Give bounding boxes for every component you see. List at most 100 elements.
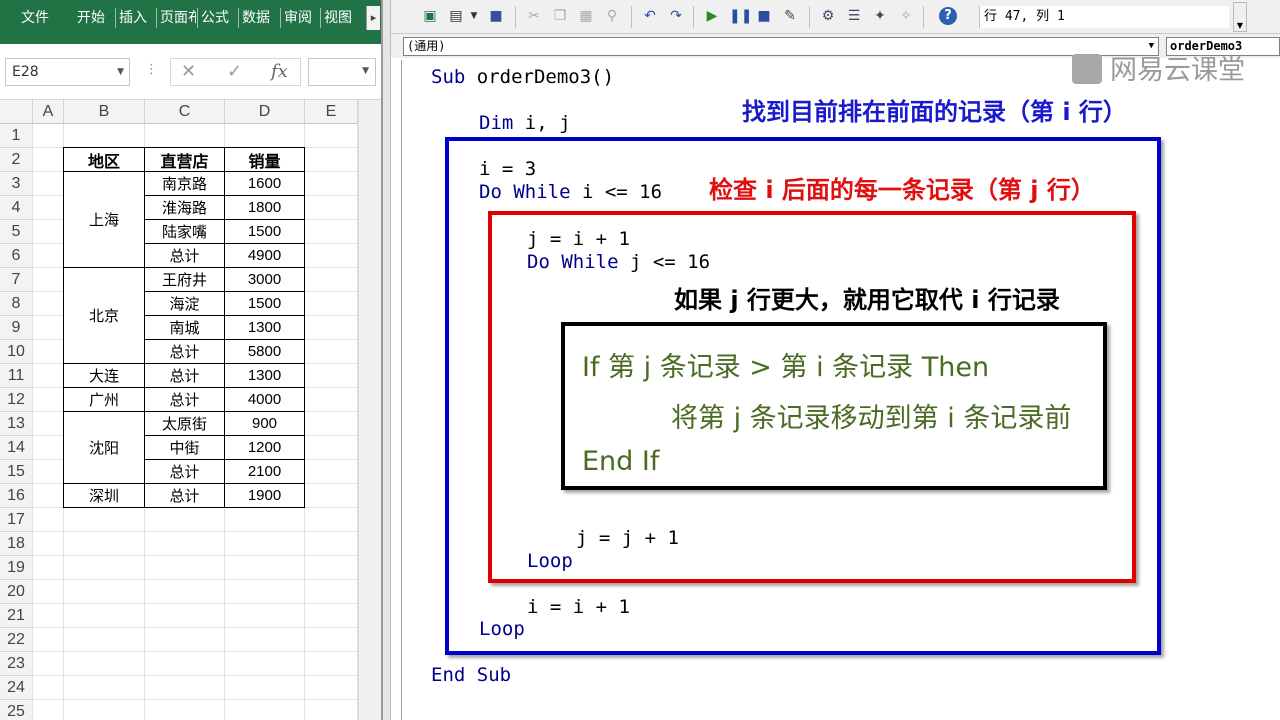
row-header-14[interactable]: 14: [0, 436, 33, 460]
region-cell[interactable]: 沈阳: [64, 412, 145, 484]
store-cell[interactable]: 总计: [145, 484, 225, 508]
column-header-c[interactable]: C: [145, 100, 225, 124]
row-header-11[interactable]: 11: [0, 364, 33, 388]
tab-data[interactable]: 数据: [238, 8, 270, 28]
row-header-25[interactable]: 25: [0, 700, 33, 720]
ribbon-scroll-arrow[interactable]: ▸: [366, 6, 380, 30]
sales-cell[interactable]: 4000: [225, 388, 305, 412]
region-cell[interactable]: 大连: [64, 364, 145, 388]
enter-icon[interactable]: ✓: [227, 61, 242, 82]
row-header-9[interactable]: 9: [0, 316, 33, 340]
tab-page-layout[interactable]: 页面布: [156, 8, 196, 28]
row-header-12[interactable]: 12: [0, 388, 33, 412]
store-cell[interactable]: 南京路: [145, 172, 225, 196]
row-header-1[interactable]: 1: [0, 124, 33, 148]
store-cell[interactable]: 淮海路: [145, 196, 225, 220]
store-cell[interactable]: 海淀: [145, 292, 225, 316]
store-cell[interactable]: 太原街: [145, 412, 225, 436]
sales-cell[interactable]: 900: [225, 412, 305, 436]
row-header-17[interactable]: 17: [0, 508, 33, 532]
sales-cell[interactable]: 1300: [225, 316, 305, 340]
row-header-20[interactable]: 20: [0, 580, 33, 604]
sales-cell[interactable]: 1200: [225, 436, 305, 460]
store-cell[interactable]: 总计: [145, 364, 225, 388]
region-cell[interactable]: 北京: [64, 268, 145, 364]
store-cell[interactable]: 陆家嘴: [145, 220, 225, 244]
undo-icon[interactable]: ↶: [641, 7, 659, 25]
properties-icon[interactable]: ☰: [845, 7, 863, 25]
sales-cell[interactable]: 2100: [225, 460, 305, 484]
sales-cell[interactable]: 5800: [225, 340, 305, 364]
row-header-22[interactable]: 22: [0, 628, 33, 652]
find-icon[interactable]: ⚲: [603, 7, 621, 25]
run-icon[interactable]: ▶: [703, 7, 721, 25]
sales-cell[interactable]: 1300: [225, 364, 305, 388]
row-header-3[interactable]: 3: [0, 172, 33, 196]
redo-icon[interactable]: ↷: [667, 7, 685, 25]
tab-formulas[interactable]: 公式: [197, 8, 229, 28]
column-header-a[interactable]: A: [33, 100, 64, 124]
row-header-18[interactable]: 18: [0, 532, 33, 556]
insert-module-icon[interactable]: ▤: [447, 7, 465, 25]
sales-cell[interactable]: 4900: [225, 244, 305, 268]
row-header-8[interactable]: 8: [0, 292, 33, 316]
select-all-corner[interactable]: [0, 100, 33, 124]
name-box[interactable]: E28 ▼: [5, 58, 130, 86]
design-mode-icon[interactable]: ✎: [781, 7, 799, 25]
tab-review[interactable]: 审阅: [280, 8, 312, 28]
row-header-7[interactable]: 7: [0, 268, 33, 292]
store-cell[interactable]: 总计: [145, 460, 225, 484]
row-header-16[interactable]: 16: [0, 484, 33, 508]
sheet-scrollbar[interactable]: [358, 100, 381, 720]
chevron-down-icon[interactable]: ▼: [465, 7, 483, 25]
window-splitter[interactable]: [381, 0, 391, 720]
toolbox-icon[interactable]: ✧: [897, 7, 915, 25]
row-header-6[interactable]: 6: [0, 244, 33, 268]
copy-icon[interactable]: ❐: [551, 7, 569, 25]
cut-icon[interactable]: ✂: [525, 7, 543, 25]
chevron-down-icon[interactable]: ▼: [362, 66, 369, 76]
store-cell[interactable]: 南城: [145, 316, 225, 340]
tab-view[interactable]: 视图: [320, 8, 352, 28]
sales-cell[interactable]: 1500: [225, 220, 305, 244]
table-header-cell[interactable]: 直营店: [145, 148, 225, 172]
row-header-4[interactable]: 4: [0, 196, 33, 220]
paste-icon[interactable]: ▦: [577, 7, 595, 25]
row-header-10[interactable]: 10: [0, 340, 33, 364]
store-cell[interactable]: 王府井: [145, 268, 225, 292]
sales-cell[interactable]: 3000: [225, 268, 305, 292]
row-header-19[interactable]: 19: [0, 556, 33, 580]
toolbar-scroll[interactable]: ▼: [1233, 2, 1247, 32]
sales-cell[interactable]: 1800: [225, 196, 305, 220]
row-header-24[interactable]: 24: [0, 676, 33, 700]
region-cell[interactable]: 深圳: [64, 484, 145, 508]
store-cell[interactable]: 总计: [145, 388, 225, 412]
save-icon[interactable]: ■: [487, 7, 505, 25]
tab-insert[interactable]: 插入: [115, 8, 147, 28]
project-explorer-icon[interactable]: ⚙: [819, 7, 837, 25]
pause-icon[interactable]: ❚❚: [729, 7, 752, 25]
store-cell[interactable]: 总计: [145, 244, 225, 268]
column-header-d[interactable]: D: [225, 100, 305, 124]
region-cell[interactable]: 广州: [64, 388, 145, 412]
row-header-23[interactable]: 23: [0, 652, 33, 676]
object-dropdown[interactable]: (通用) ▼: [403, 37, 1159, 56]
sales-cell[interactable]: 1600: [225, 172, 305, 196]
table-header-cell[interactable]: 销量: [225, 148, 305, 172]
sales-cell[interactable]: 1500: [225, 292, 305, 316]
stop-icon[interactable]: ■: [755, 7, 773, 25]
spreadsheet-grid[interactable]: A B C D E 1 2 3 4 5 6 7 8 9 10 11 12 13 14 15 16 17 18 19 20 21 22…: [0, 100, 358, 720]
formula-input[interactable]: ▼: [308, 58, 376, 86]
region-cell[interactable]: 上海: [64, 172, 145, 268]
sales-cell[interactable]: 1900: [225, 484, 305, 508]
table-header-cell[interactable]: 地区: [64, 148, 145, 172]
column-header-b[interactable]: B: [64, 100, 145, 124]
chevron-down-icon[interactable]: ▼: [117, 59, 124, 85]
code-editor[interactable]: Sub orderDemo3() Dim i, j 找到目前排在前面的记录（第 …: [391, 58, 1280, 720]
row-header-21[interactable]: 21: [0, 604, 33, 628]
row-header-13[interactable]: 13: [0, 412, 33, 436]
row-header-2[interactable]: 2: [0, 148, 33, 172]
row-header-5[interactable]: 5: [0, 220, 33, 244]
tab-home[interactable]: 开始: [77, 8, 105, 28]
row-header-15[interactable]: 15: [0, 460, 33, 484]
